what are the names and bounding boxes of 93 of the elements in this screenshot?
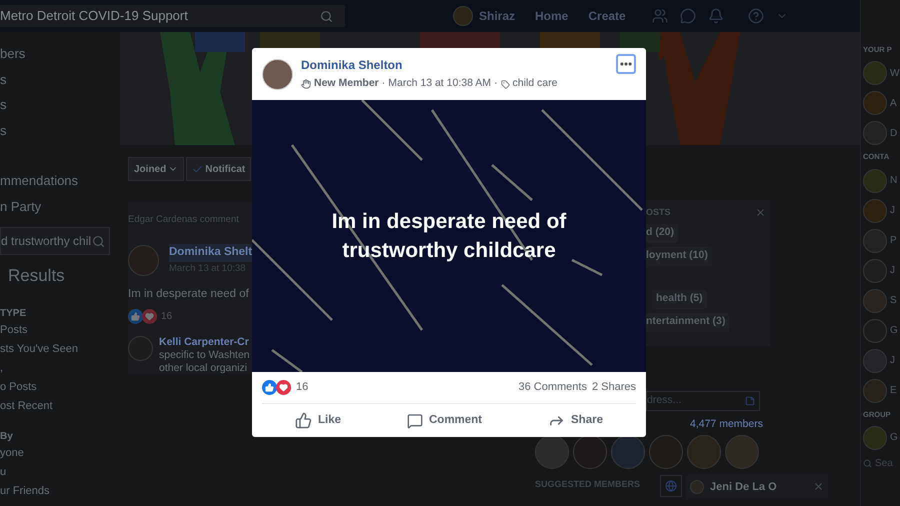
sidebar-link[interactable]: s xyxy=(0,95,6,114)
contact-name[interactable]: G xyxy=(890,323,898,338)
messenger-icon[interactable] xyxy=(680,8,696,24)
comment-text: other local organizi xyxy=(159,362,248,375)
speech-bubble-icon xyxy=(406,412,423,428)
contact-name[interactable]: J xyxy=(890,203,895,218)
author-name[interactable]: Dominika Shelt xyxy=(169,244,252,262)
search-icon xyxy=(92,234,105,248)
chat-tab[interactable]: Jeni De La O xyxy=(686,474,828,499)
avatar xyxy=(687,434,721,469)
sidebar-link[interactable]: s xyxy=(0,120,6,140)
nav-link[interactable]: Create xyxy=(588,7,626,25)
notifications-button[interactable]: Notificat xyxy=(186,157,252,181)
search-field[interactable]: Metro Detroit COVID-19 Support xyxy=(0,5,345,27)
avatar xyxy=(863,228,887,252)
avatar xyxy=(863,348,887,372)
avatar xyxy=(863,378,887,402)
filter-option[interactable]: yone xyxy=(0,445,24,462)
reaction-count[interactable]: 16 xyxy=(296,379,308,396)
contact-name[interactable]: N xyxy=(890,173,898,188)
thumbs-up-icon xyxy=(294,412,312,429)
filter-option[interactable]: o Posts xyxy=(0,379,37,396)
filter-option[interactable]: u xyxy=(0,464,6,481)
like-reaction-icon xyxy=(128,309,143,324)
topic-tag[interactable]: loyment (10) xyxy=(646,246,712,266)
shares-count[interactable]: 2 Shares xyxy=(592,379,636,396)
love-reaction-icon xyxy=(142,309,157,324)
avatar xyxy=(573,434,607,469)
topic-tag[interactable]: health (5) xyxy=(652,290,707,308)
post-text: Im in desperate need of xyxy=(128,286,250,302)
search-icon xyxy=(320,10,333,22)
friends-icon[interactable] xyxy=(652,8,668,24)
avatar xyxy=(863,198,887,222)
contact-name[interactable]: P xyxy=(890,233,897,248)
profile-link[interactable]: Shiraz xyxy=(479,7,516,25)
globe-button[interactable] xyxy=(660,474,682,497)
avatar xyxy=(863,121,887,146)
contact-name[interactable]: J xyxy=(890,353,895,368)
filter-option[interactable]: , xyxy=(0,360,4,377)
close-icon[interactable] xyxy=(813,481,824,492)
joined-button[interactable]: Joined xyxy=(128,157,184,181)
avatar xyxy=(863,288,887,312)
sidebar-link[interactable]: s xyxy=(0,70,6,89)
avatar xyxy=(649,434,683,469)
comment-button[interactable]: Comment xyxy=(402,412,486,430)
topic-tag[interactable]: d (20) xyxy=(646,224,678,242)
globe-icon xyxy=(665,480,678,492)
avatar xyxy=(863,91,887,116)
search-field[interactable]: d trustworthy chil xyxy=(0,227,110,255)
results-title: Results xyxy=(8,265,65,288)
share-button[interactable]: Share xyxy=(544,412,607,430)
contact-name[interactable]: A xyxy=(890,96,897,111)
comment-author[interactable]: Kelli Carpenter-Cr xyxy=(159,336,250,349)
members-count[interactable]: 4,477 members xyxy=(690,417,763,433)
contact-name[interactable]: G xyxy=(890,430,898,446)
search-icon xyxy=(863,458,872,468)
like-reaction-icon xyxy=(262,380,277,395)
sidebar-link[interactable]: mmendations xyxy=(0,171,78,190)
nav-link[interactable]: Home xyxy=(535,7,568,25)
post-text: Im in desperate need of trustworthy childcare xyxy=(330,209,568,264)
avatar xyxy=(863,426,887,450)
sidebar-link[interactable]: n Party xyxy=(0,196,42,216)
sidebar-link[interactable]: bers xyxy=(0,44,26,64)
avatar xyxy=(863,168,887,192)
filter-option[interactable]: ost Recent xyxy=(0,398,53,415)
section-heading: TYPE xyxy=(0,307,26,321)
comments-count[interactable]: 36 Comments xyxy=(518,379,587,396)
avatar xyxy=(453,6,473,26)
bell-icon[interactable] xyxy=(708,8,724,24)
contact-name[interactable]: D xyxy=(890,126,898,141)
contact-name[interactable]: E xyxy=(890,383,897,398)
section-heading: By xyxy=(0,430,13,444)
filter-option[interactable]: ur Friends xyxy=(0,483,50,500)
love-reaction-icon xyxy=(276,380,291,395)
filter-option[interactable]: sts You've Seen xyxy=(0,341,78,358)
contact-name[interactable]: W xyxy=(890,66,900,81)
avatar xyxy=(863,318,887,342)
help-icon[interactable] xyxy=(748,8,764,24)
contact-name[interactable]: J xyxy=(890,263,895,278)
close-icon[interactable] xyxy=(755,207,766,218)
check-icon xyxy=(192,164,204,174)
avatar xyxy=(535,434,569,469)
comment-text: specific to Washten xyxy=(159,349,250,362)
avatar xyxy=(725,434,759,469)
avatar xyxy=(611,434,645,469)
avatar xyxy=(863,61,887,86)
avatar xyxy=(863,258,887,282)
filter-option[interactable]: Posts xyxy=(0,322,28,339)
topic-tag[interactable]: ntertainment (3) xyxy=(646,312,730,332)
avatar xyxy=(690,480,704,494)
contact-name[interactable]: S xyxy=(890,293,897,308)
like-button[interactable]: Like xyxy=(290,412,345,430)
note-icon xyxy=(745,396,755,406)
